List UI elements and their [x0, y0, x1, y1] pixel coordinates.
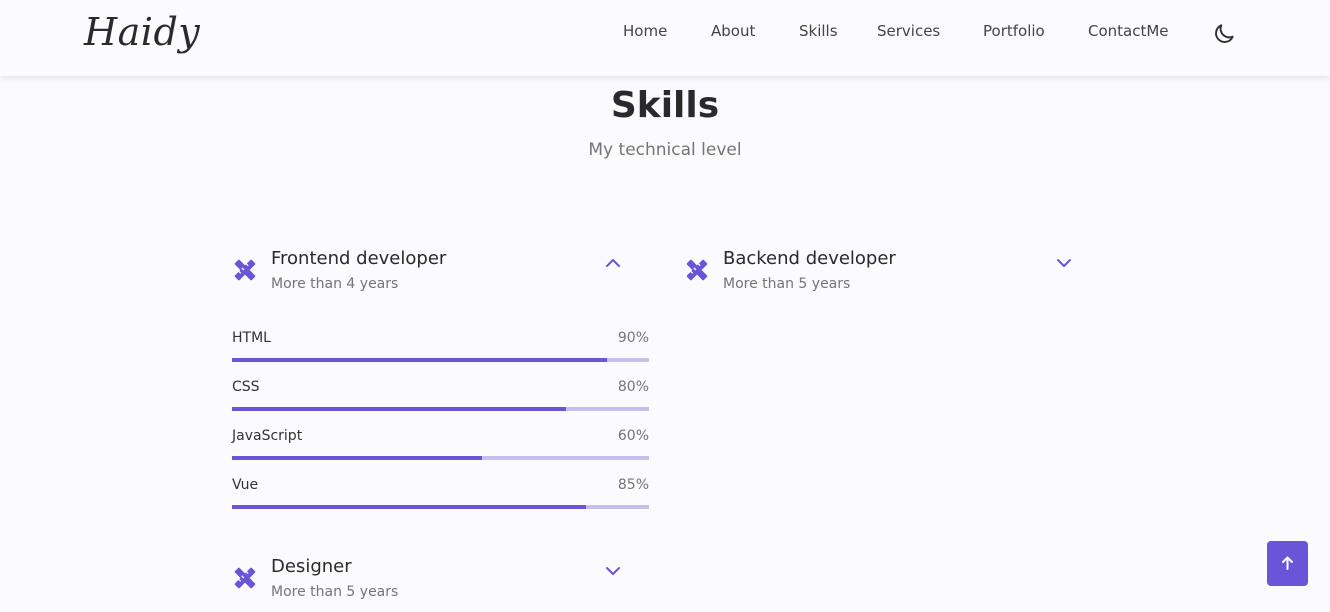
skill-name: CSS: [232, 379, 260, 395]
category-subtitle: More than 4 years: [271, 276, 399, 292]
moon-icon[interactable]: [1211, 21, 1237, 47]
skill-javascript: JavaScript 60%: [232, 428, 649, 468]
skill-percent: 85%: [617, 477, 649, 493]
arrow-up-icon: [1282, 556, 1293, 570]
section-subtitle: My technical level: [588, 140, 742, 160]
skill-bar: [232, 358, 649, 362]
skill-bar-fill: [232, 456, 483, 460]
chevron-down-icon[interactable]: [603, 561, 623, 581]
skill-percent: 60%: [617, 428, 649, 444]
skills-category-designer[interactable]: Designer More than 5 years: [232, 551, 622, 611]
category-title: Backend developer: [723, 248, 896, 269]
category-subtitle: More than 5 years: [723, 276, 851, 292]
scroll-up-button[interactable]: [1267, 541, 1308, 586]
category-title: Frontend developer: [271, 248, 447, 269]
skill-name: JavaScript: [232, 428, 303, 444]
skill-vue: Vue 85%: [232, 477, 649, 517]
skill-bar: [232, 407, 649, 411]
site-header: Haidy Home About Skills Services Portfol…: [0, 0, 1330, 76]
chevron-down-icon[interactable]: [1054, 253, 1074, 273]
skills-category-frontend[interactable]: Frontend developer More than 4 years: [232, 243, 622, 303]
category-title: Designer: [271, 556, 352, 577]
skill-name: Vue: [232, 477, 259, 493]
skill-bar: [232, 456, 649, 460]
skill-name: HTML: [232, 330, 271, 346]
chevron-up-icon[interactable]: [603, 253, 623, 273]
skill-bar: [232, 505, 649, 509]
skill-bar-fill: [232, 505, 587, 509]
nav-contactme[interactable]: ContactMe: [1088, 22, 1169, 40]
nav-home[interactable]: Home: [623, 22, 667, 40]
nav-services[interactable]: Services: [877, 22, 940, 40]
skill-css: CSS 80%: [232, 379, 649, 419]
pencil-ruler-icon: [232, 565, 258, 591]
section-title: Skills: [610, 85, 720, 126]
skill-bar-fill: [232, 358, 608, 362]
skill-bar-fill: [232, 407, 566, 411]
skill-percent: 80%: [617, 379, 649, 395]
skill-html: HTML 90%: [232, 330, 649, 370]
nav-skills[interactable]: Skills: [799, 22, 838, 40]
pencil-ruler-icon: [684, 257, 710, 283]
nav-about[interactable]: About: [711, 22, 755, 40]
pencil-ruler-icon: [232, 257, 258, 283]
skill-percent: 90%: [617, 330, 649, 346]
nav-portfolio[interactable]: Portfolio: [983, 22, 1045, 40]
skills-category-backend[interactable]: Backend developer More than 5 years: [684, 243, 1074, 303]
logo[interactable]: Haidy: [84, 10, 200, 54]
category-subtitle: More than 5 years: [271, 584, 399, 600]
